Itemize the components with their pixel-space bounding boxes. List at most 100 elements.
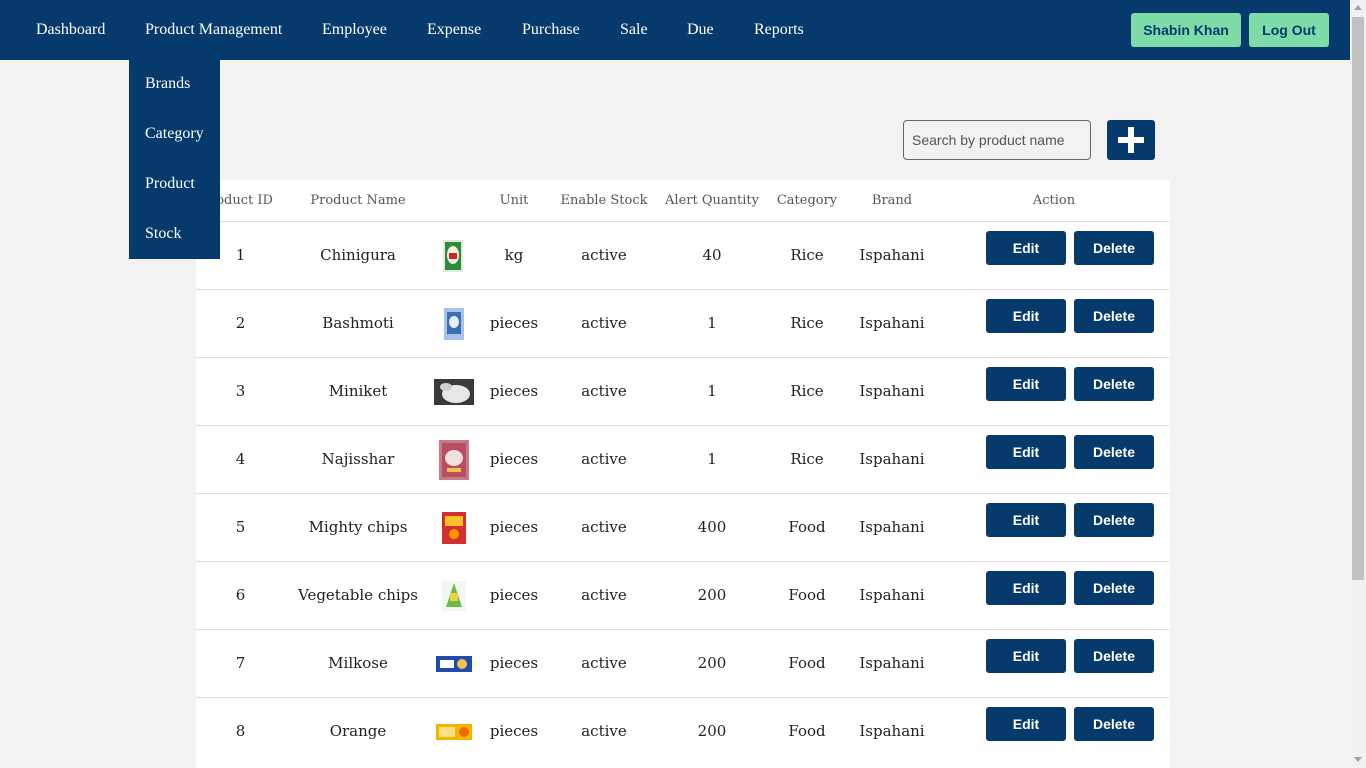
scrollbar-thumb[interactable] (1352, 17, 1364, 580)
product-table: roduct ID Product Name Unit Enable Stock… (196, 180, 1170, 768)
dropdown-item-brands[interactable]: Brands (145, 75, 190, 93)
cell-unit: pieces (489, 586, 539, 604)
edit-button[interactable]: Edit (986, 707, 1066, 741)
table-row: 6 Vegetable chips pieces active 200 Food Ispah… (196, 561, 1170, 629)
edit-button[interactable]: Edit (986, 571, 1066, 605)
cell-enable-stock: active (581, 314, 627, 332)
cell-category: Food (788, 654, 826, 672)
edit-button[interactable]: Edit (986, 299, 1066, 333)
cell-enable-stock: active (581, 586, 627, 604)
cell-brand: Ispahani (859, 722, 925, 740)
cell-brand: Ispahani (859, 314, 925, 332)
cell-brand: Ispahani (859, 586, 925, 604)
table-row: 7 Milkose pieces active 200 Food Ispahani Edit D… (196, 629, 1170, 697)
edit-button[interactable]: Edit (986, 435, 1066, 469)
product-thumbnail (436, 723, 472, 740)
cell-product-name: Najisshar (321, 450, 395, 468)
edit-button[interactable]: Edit (986, 231, 1066, 265)
cell-product-name: Miniket (328, 382, 388, 400)
header-product-name: Product Name (310, 193, 406, 208)
cell-category: Food (788, 518, 826, 536)
nav-dashboard[interactable]: Dashboard (36, 0, 105, 60)
cell-product-id: 2 (235, 314, 246, 332)
cell-product-id: 5 (235, 518, 246, 536)
cell-enable-stock: active (581, 450, 627, 468)
cell-alert-quantity: 200 (697, 586, 727, 604)
nav-product-management[interactable]: Product Management (145, 0, 282, 60)
header-action: Action (1032, 193, 1076, 208)
cell-alert-quantity: 200 (697, 722, 727, 740)
cell-enable-stock: active (581, 246, 627, 264)
table-row: 2 Bashmoti pieces active 1 Rice Ispahani Edit De… (196, 289, 1170, 357)
product-thumbnail (442, 580, 466, 611)
cell-product-name: Mighty chips (308, 518, 408, 536)
cell-unit: pieces (489, 654, 539, 672)
dropdown-item-category[interactable]: Category (145, 125, 204, 143)
edit-button[interactable]: Edit (986, 503, 1066, 537)
cell-alert-quantity: 400 (697, 518, 727, 536)
nav-sale[interactable]: Sale (620, 0, 648, 60)
nav-purchase[interactable]: Purchase (522, 0, 580, 60)
user-profile-button[interactable]: Shabin Khan (1131, 13, 1241, 47)
delete-button[interactable]: Delete (1074, 503, 1154, 537)
plus-icon (1118, 127, 1144, 153)
dropdown-item-product[interactable]: Product (145, 175, 195, 193)
edit-button[interactable]: Edit (986, 367, 1066, 401)
logout-button[interactable]: Log Out (1249, 13, 1329, 47)
cell-enable-stock: active (581, 654, 627, 672)
table-row: 5 Mighty chips pieces active 400 Food Ispahani… (196, 493, 1170, 561)
nav-employee[interactable]: Employee (322, 0, 387, 60)
cell-product-name: Milkose (328, 654, 388, 672)
cell-category: Rice (790, 314, 824, 332)
cell-unit: pieces (489, 518, 539, 536)
cell-product-name: Vegetable chips (298, 586, 418, 604)
cell-brand: Ispahani (859, 450, 925, 468)
edit-button[interactable]: Edit (986, 639, 1066, 673)
dropdown-item-stock[interactable]: Stock (145, 225, 181, 243)
cell-category: Rice (790, 382, 824, 400)
cell-alert-quantity: 1 (707, 382, 717, 400)
cell-category: Rice (790, 246, 824, 264)
cell-brand: Ispahani (859, 654, 925, 672)
scroll-up-arrow-icon[interactable] (1354, 5, 1362, 10)
table-row: 3 Miniket pieces active 1 Rice Ispahani Edit Del… (196, 357, 1170, 425)
nav-reports[interactable]: Reports (754, 0, 804, 60)
scroll-down-arrow-icon[interactable] (1354, 757, 1362, 762)
add-product-button[interactable] (1107, 120, 1155, 160)
nav-expense[interactable]: Expense (427, 0, 481, 60)
product-thumbnail (444, 307, 464, 340)
vertical-scrollbar[interactable] (1350, 0, 1366, 768)
delete-button[interactable]: Delete (1074, 571, 1154, 605)
header-brand: Brand (871, 193, 913, 208)
delete-button[interactable]: Delete (1074, 639, 1154, 673)
product-thumbnail (443, 239, 463, 272)
cell-product-name: Chinigura (320, 246, 396, 264)
cell-unit: pieces (489, 382, 539, 400)
cell-product-id: 4 (235, 450, 246, 468)
product-thumbnail (439, 439, 469, 480)
header-category: Category (776, 193, 838, 208)
header-alert-quantity: Alert Quantity (665, 193, 759, 208)
delete-button[interactable]: Delete (1074, 231, 1154, 265)
delete-button[interactable]: Delete (1074, 707, 1154, 741)
cell-alert-quantity: 200 (697, 654, 727, 672)
product-thumbnail (442, 511, 466, 544)
delete-button[interactable]: Delete (1074, 299, 1154, 333)
cell-category: Food (788, 586, 826, 604)
product-thumbnail (434, 378, 474, 405)
delete-button[interactable]: Delete (1074, 367, 1154, 401)
nav-due[interactable]: Due (687, 0, 714, 60)
cell-product-id: 3 (235, 382, 246, 400)
cell-unit: pieces (489, 722, 539, 740)
cell-alert-quantity: 1 (707, 314, 717, 332)
cell-unit: pieces (489, 314, 539, 332)
delete-button[interactable]: Delete (1074, 435, 1154, 469)
cell-enable-stock: active (581, 382, 627, 400)
cell-category: Rice (790, 450, 824, 468)
cell-category: Food (788, 722, 826, 740)
cell-alert-quantity: 1 (707, 450, 717, 468)
cell-alert-quantity: 40 (702, 246, 722, 264)
cell-product-id: 8 (235, 722, 246, 740)
cell-enable-stock: active (581, 518, 627, 536)
search-input[interactable] (903, 120, 1091, 160)
